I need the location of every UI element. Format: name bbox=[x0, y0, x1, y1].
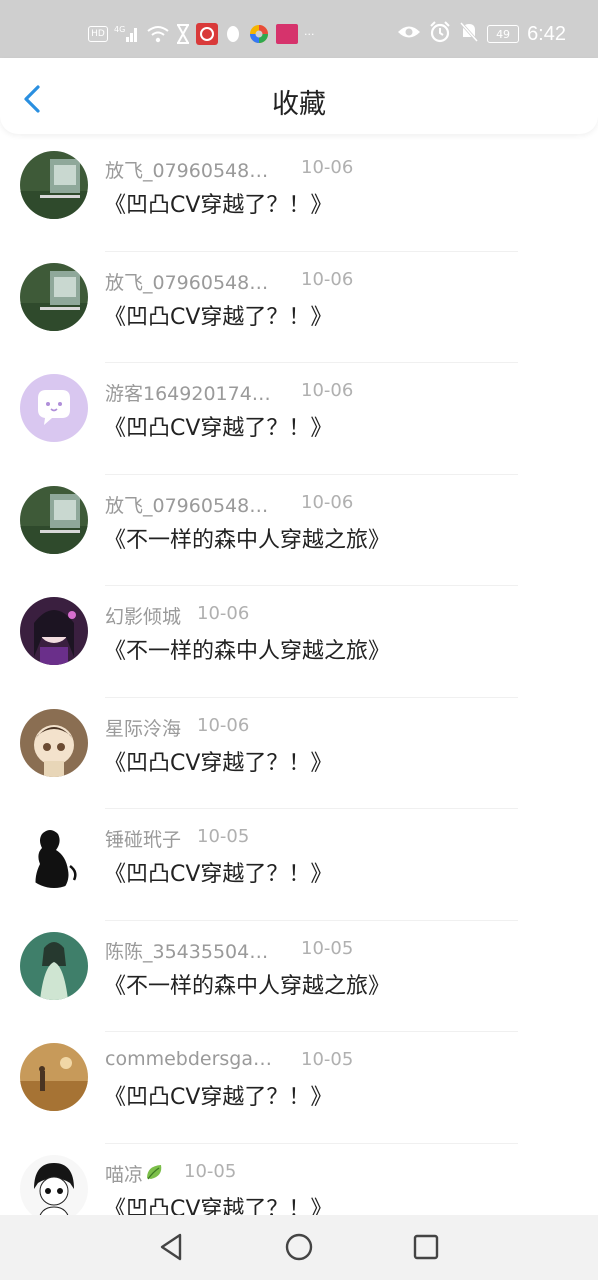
avatar[interactable] bbox=[20, 708, 88, 777]
book-title[interactable]: 《不一样的森中人穿越之旅》 bbox=[104, 633, 390, 665]
square-recents-icon bbox=[413, 1234, 439, 1260]
list-item[interactable]: 星际泠海 10-06 《凹凸CV穿越了？！》 bbox=[0, 698, 598, 809]
favorites-list: 放飞_079605489... 10-06 《凹凸CV穿越了？！》 放飞_079… bbox=[0, 140, 598, 1255]
list-item[interactable]: 放飞_079605489... 10-06 《凹凸CV穿越了？！》 bbox=[0, 140, 598, 252]
date: 10-05 bbox=[301, 1049, 354, 1070]
date: 10-06 bbox=[301, 380, 354, 401]
book-title[interactable]: 《凹凸CV穿越了？！》 bbox=[104, 856, 332, 888]
status-left-icons: HD 4G ··· bbox=[88, 22, 315, 46]
avatar[interactable] bbox=[20, 1043, 88, 1111]
user-name: 放飞_079605489... bbox=[105, 494, 275, 517]
book-title[interactable]: 《凹凸CV穿越了？！》 bbox=[104, 1079, 332, 1111]
circle-home-icon bbox=[285, 1233, 313, 1261]
avatar[interactable] bbox=[20, 1154, 88, 1223]
page-title: 收藏 bbox=[272, 89, 326, 120]
user-name: 陈陈_354355040... bbox=[105, 940, 275, 963]
status-bar: HD 4G ··· 49 6:42 bbox=[0, 0, 598, 58]
book-title[interactable]: 《凹凸CV穿越了？！》 bbox=[104, 410, 332, 442]
system-navigation-bar bbox=[0, 1215, 598, 1280]
alarm-icon bbox=[429, 21, 451, 47]
user-name: 游客1649201747... bbox=[105, 383, 275, 405]
user-name: commebdersgarf... bbox=[105, 1048, 275, 1070]
user-name: 放飞_079605489... bbox=[105, 271, 275, 294]
avatar[interactable] bbox=[20, 374, 88, 442]
avatar[interactable] bbox=[20, 931, 88, 1000]
page-header: 收藏 bbox=[0, 58, 598, 134]
list-item[interactable]: commebdersgarf... 10-05 《凹凸CV穿越了？！》 bbox=[0, 1032, 598, 1144]
qq-icon bbox=[224, 24, 242, 44]
book-title[interactable]: 《凹凸CV穿越了？！》 bbox=[104, 299, 332, 331]
date: 10-06 bbox=[301, 268, 354, 290]
book-title[interactable]: 《凹凸CV穿越了？！》 bbox=[104, 187, 332, 219]
date: 10-05 bbox=[197, 826, 250, 847]
recents-nav-button[interactable] bbox=[410, 1231, 442, 1263]
user-name: 喵凉 bbox=[105, 1163, 144, 1186]
list-item[interactable]: 放飞_079605489... 10-06 《凹凸CV穿越了？！》 bbox=[0, 252, 598, 363]
svg-text:4G: 4G bbox=[114, 25, 125, 34]
clock: 6:42 bbox=[527, 22, 566, 45]
eye-icon bbox=[397, 23, 421, 45]
date: 10-06 bbox=[197, 603, 250, 624]
avatar[interactable] bbox=[20, 151, 88, 219]
date: 10-05 bbox=[184, 1160, 237, 1182]
wifi-icon bbox=[146, 24, 170, 44]
status-right-icons: 49 6:42 bbox=[397, 21, 566, 47]
hourglass-icon bbox=[176, 24, 190, 44]
list-item[interactable]: 陈陈_354355040... 10-05 《不一样的森中人穿越之旅》 bbox=[0, 921, 598, 1032]
colorful-app-icon bbox=[248, 24, 270, 44]
book-title[interactable]: 《凹凸CV穿越了？！》 bbox=[104, 745, 332, 777]
book-title[interactable]: 《不一样的森中人穿越之旅》 bbox=[104, 522, 390, 554]
list-item[interactable]: 游客1649201747... 10-06 《凹凸CV穿越了？！》 bbox=[0, 363, 598, 475]
book-title[interactable]: 《不一样的森中人穿越之旅》 bbox=[104, 968, 390, 1000]
avatar[interactable] bbox=[20, 597, 88, 665]
back-nav-button[interactable] bbox=[156, 1231, 188, 1263]
store-app-icon bbox=[276, 24, 298, 44]
more-notifications-icon: ··· bbox=[304, 27, 315, 41]
avatar[interactable] bbox=[20, 820, 88, 888]
hd-icon: HD bbox=[88, 26, 108, 42]
avatar[interactable] bbox=[20, 262, 88, 331]
date: 10-06 bbox=[197, 714, 250, 736]
triangle-back-icon bbox=[160, 1233, 182, 1261]
date: 10-06 bbox=[301, 491, 354, 513]
signal-icon: 4G bbox=[114, 24, 140, 44]
avatar[interactable] bbox=[20, 485, 88, 554]
user-name: 星际泠海 bbox=[105, 717, 182, 740]
user-name: 放飞_079605489... bbox=[105, 160, 275, 182]
leaf-badge-icon bbox=[145, 1162, 165, 1186]
mute-bell-icon bbox=[459, 21, 479, 47]
user-name: 锤碰玳子 bbox=[105, 829, 182, 851]
home-nav-button[interactable] bbox=[283, 1231, 315, 1263]
user-name: 幻影倾城 bbox=[105, 606, 182, 628]
battery-indicator: 49 bbox=[487, 25, 520, 43]
date: 10-06 bbox=[301, 157, 354, 178]
app-notification-icon bbox=[196, 23, 218, 45]
list-item[interactable]: 放飞_079605489... 10-06 《不一样的森中人穿越之旅》 bbox=[0, 475, 598, 586]
list-item[interactable]: 锤碰玳子 10-05 《凹凸CV穿越了？！》 bbox=[0, 809, 598, 921]
list-item[interactable]: 幻影倾城 10-06 《不一样的森中人穿越之旅》 bbox=[0, 586, 598, 698]
date: 10-05 bbox=[301, 937, 354, 959]
